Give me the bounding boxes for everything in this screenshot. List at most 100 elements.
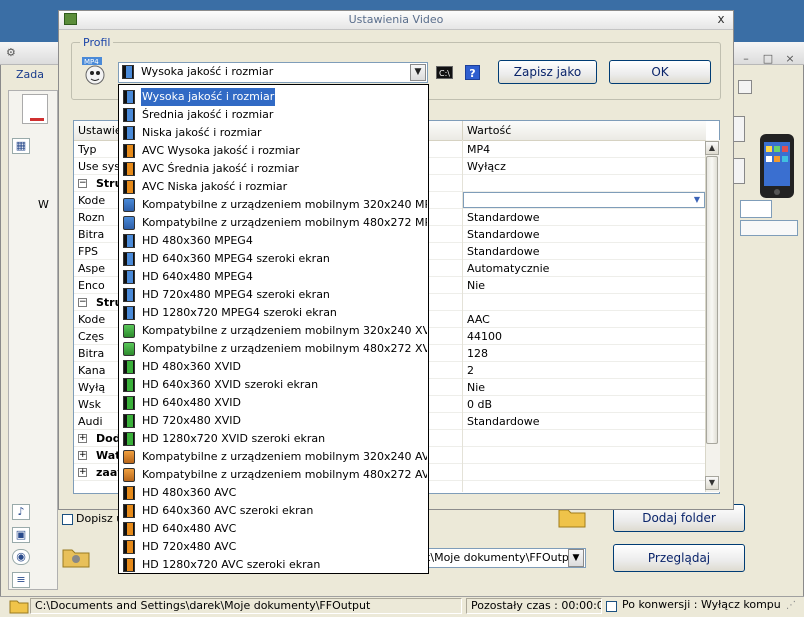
grid-row-value[interactable]: Wyłącz [467, 158, 687, 175]
picture-icon[interactable]: ▣ [12, 527, 30, 543]
save-as-button[interactable]: Zapisz jako [498, 60, 597, 84]
grid-row-name[interactable]: Kode [78, 311, 118, 328]
grid-row-value[interactable]: Standardowe [467, 209, 687, 226]
grid-row-value[interactable]: Automatycznie [467, 260, 687, 277]
profile-option[interactable]: HD 480x360 MPEG4 [120, 232, 427, 250]
profile-option[interactable]: HD 720x480 AVC [120, 538, 427, 556]
chevron-down-icon[interactable]: ▼ [410, 64, 426, 81]
grid-row-name[interactable]: Kana [78, 362, 118, 379]
grid-row-name[interactable]: Typ [78, 141, 118, 158]
resize-grip-icon[interactable]: ⋰ [786, 600, 796, 611]
grid-row-name[interactable]: Enco [78, 277, 118, 294]
grid-row-value[interactable]: Standardowe [467, 226, 687, 243]
grid-row-name[interactable]: Use syst [78, 158, 118, 175]
profile-option[interactable]: Kompatybilne z urządzeniem mobilnym 480x… [120, 214, 427, 232]
grid-row-value[interactable]: Nie [467, 277, 687, 294]
grid-row-value[interactable] [467, 294, 687, 311]
profile-option[interactable]: Kompatybilne z urządzeniem mobilnym 320x… [120, 196, 427, 214]
grid-row-name[interactable]: Bitra [78, 345, 118, 362]
profile-option[interactable]: HD 480x360 XVID [120, 358, 427, 376]
grid-row-value[interactable] [467, 175, 687, 192]
grid-row-value[interactable] [467, 464, 687, 481]
profile-option[interactable]: Kompatybilne z urządzeniem mobilnym 320x… [120, 322, 427, 340]
grid-row-value[interactable]: AAC [467, 311, 687, 328]
profile-option[interactable]: Wysoka jakość i rozmiar [120, 88, 427, 106]
profile-option[interactable]: AVC Niska jakość i rozmiar [120, 178, 427, 196]
profile-option[interactable]: HD 640x480 XVID [120, 394, 427, 412]
collapse-icon[interactable]: − [78, 298, 87, 307]
output-folder-icon[interactable] [62, 544, 90, 568]
grid-row-value[interactable]: 128 [467, 345, 687, 362]
collapse-icon[interactable]: − [78, 179, 87, 188]
browse-button[interactable]: Przeglądaj [613, 544, 745, 572]
music-icon[interactable]: ♪ [12, 504, 30, 520]
grid-row-value[interactable]: Nie [467, 379, 687, 396]
shutdown-checkbox[interactable] [606, 601, 617, 612]
expand-icon[interactable]: + [78, 451, 87, 460]
grid-row-name[interactable]: Wsk [78, 396, 118, 413]
chevron-down-icon[interactable]: ▼ [690, 193, 704, 207]
list-icon[interactable]: ≡ [12, 572, 30, 588]
profile-option-label: Kompatybilne z urządzeniem mobilnym 480x… [142, 216, 427, 229]
maximize-icon[interactable]: □ [760, 52, 776, 66]
video-codec-select[interactable] [463, 192, 705, 208]
grid-row-name[interactable]: Aspe [78, 260, 118, 277]
profile-option[interactable]: AVC Średnia jakość i rozmiar [120, 160, 427, 178]
profile-option[interactable]: HD 720x480 MPEG4 szeroki ekran [120, 286, 427, 304]
grid-row-value[interactable]: 44100 [467, 328, 687, 345]
film-green-icon [123, 396, 135, 410]
side-field[interactable] [740, 200, 772, 218]
dopisz-checkbox[interactable] [62, 514, 73, 525]
grid-row-value[interactable]: MP4 [467, 141, 687, 158]
dialog-close-icon[interactable]: x [714, 12, 728, 26]
grid-row-name[interactable]: Bitra [78, 226, 118, 243]
tab-tasks[interactable]: Zada [16, 68, 56, 86]
grid-row-name[interactable]: Rozn [78, 209, 118, 226]
expand-icon[interactable]: + [78, 434, 87, 443]
profile-option[interactable]: Niska jakość i rozmiar [120, 124, 427, 142]
profile-option[interactable]: HD 640x360 MPEG4 szeroki ekran [120, 250, 427, 268]
profile-option[interactable]: AVC Wysoka jakość i rozmiar [120, 142, 427, 160]
folder-status-icon[interactable] [8, 598, 30, 614]
profile-option[interactable]: Średnia jakość i rozmiar [120, 106, 427, 124]
grid-row-value[interactable]: 2 [467, 362, 687, 379]
grid-row-value[interactable]: Standardowe [467, 243, 687, 260]
profile-option[interactable]: Kompatybilne z urządzeniem mobilnym 320x… [120, 448, 427, 466]
help-icon[interactable]: ? [465, 65, 480, 80]
calculator-icon[interactable]: ▦ [12, 138, 30, 154]
grid-row-name[interactable]: Częs [78, 328, 118, 345]
profile-option[interactable]: HD 720x480 XVID [120, 412, 427, 430]
profile-option[interactable]: HD 640x360 AVC szeroki ekran [120, 502, 427, 520]
profile-option[interactable]: HD 640x480 MPEG4 [120, 268, 427, 286]
scroll-up-icon[interactable]: ▲ [705, 141, 719, 155]
profile-option[interactable]: HD 1280x720 MPEG4 szeroki ekran [120, 304, 427, 322]
profile-option-label: Wysoka jakość i rozmiar [139, 88, 277, 106]
grid-row-value[interactable]: Standardowe [467, 413, 687, 430]
profile-option[interactable]: Kompatybilne z urządzeniem mobilnym 480x… [120, 466, 427, 484]
grid-row-name[interactable]: Audi [78, 413, 118, 430]
panel-button-icon[interactable] [738, 80, 752, 94]
grid-row-name[interactable]: Kode [78, 192, 118, 209]
profile-option[interactable]: HD 1280x720 AVC szeroki ekran [120, 556, 427, 573]
minimize-icon[interactable]: – [738, 52, 754, 66]
profile-option[interactable]: Kompatybilne z urządzeniem mobilnym 480x… [120, 340, 427, 358]
ok-button[interactable]: OK [609, 60, 711, 84]
profile-option[interactable]: HD 480x360 AVC [120, 484, 427, 502]
command-line-icon[interactable]: C:\ [436, 66, 453, 79]
close-icon[interactable]: × [782, 52, 798, 66]
side-field[interactable] [740, 220, 798, 236]
scrollbar-thumb[interactable] [706, 156, 718, 444]
profile-option[interactable]: HD 640x360 XVID szeroki ekran [120, 376, 427, 394]
grid-row-name[interactable]: Wyłą [78, 379, 118, 396]
grid-row-value[interactable] [467, 447, 687, 464]
app-menu-icon[interactable]: ⚙ [6, 46, 20, 60]
chevron-down-icon[interactable]: ▼ [568, 549, 584, 567]
disc-icon[interactable]: ◉ [12, 549, 30, 565]
expand-icon[interactable]: + [78, 468, 87, 477]
grid-row-name[interactable]: FPS [78, 243, 118, 260]
profile-option[interactable]: HD 1280x720 XVID szeroki ekran [120, 430, 427, 448]
grid-row-value[interactable] [467, 430, 687, 447]
scroll-down-icon[interactable]: ▼ [705, 476, 719, 490]
grid-row-value[interactable]: 0 dB [467, 396, 687, 413]
profile-option[interactable]: HD 640x480 AVC [120, 520, 427, 538]
